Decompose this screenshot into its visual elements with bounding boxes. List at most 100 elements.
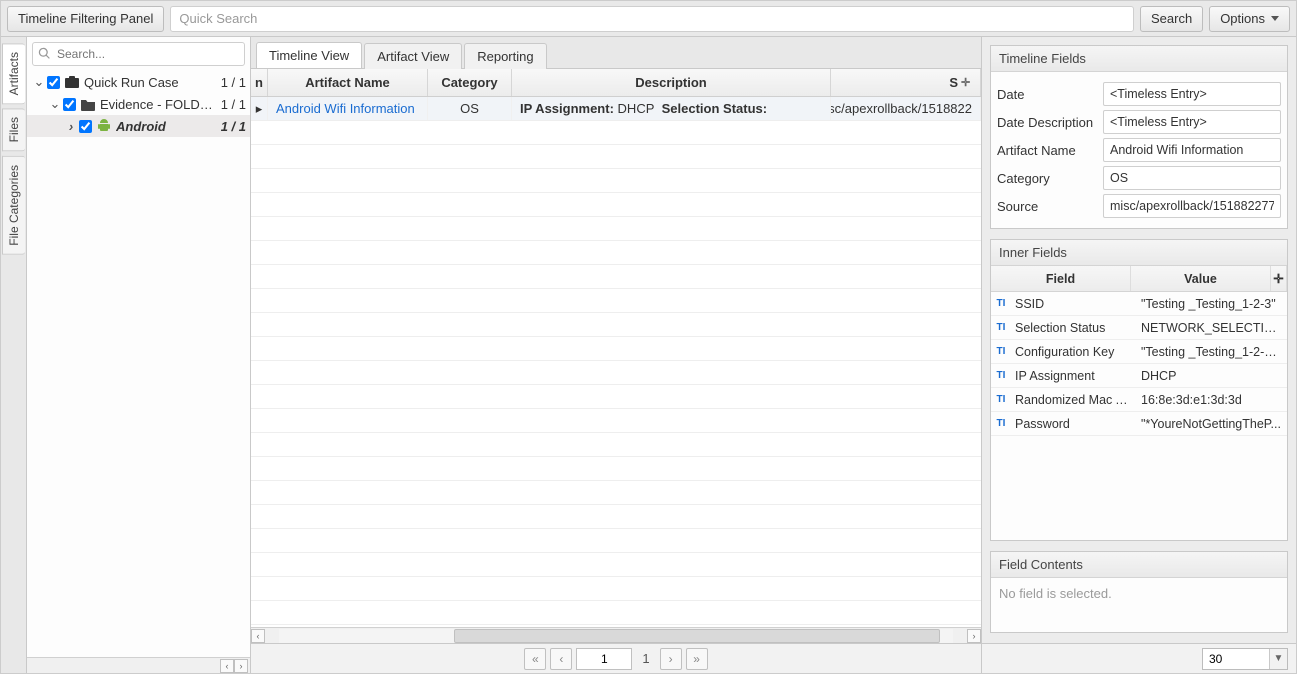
field-value-source[interactable] <box>1103 194 1281 218</box>
inner-fields-body[interactable]: TISSID"Testing _Testing_1-2-3"TISelectio… <box>991 292 1287 436</box>
tree-row-case[interactable]: ⌄ Quick Run Case 1 / 1 <box>27 71 250 93</box>
page-last-button[interactable]: » <box>686 648 708 670</box>
chevron-down-icon[interactable]: ▼ <box>1269 649 1287 669</box>
inner-field-value: "Testing _Testing_1-2-3"... <box>1137 345 1287 359</box>
cell-category: OS <box>428 97 512 120</box>
empty-row <box>251 433 981 457</box>
col-n[interactable]: n <box>251 69 268 96</box>
quick-search-input[interactable] <box>170 6 1134 32</box>
text-type-icon: TI <box>991 298 1011 309</box>
android-icon <box>96 118 112 134</box>
center-column: Timeline View Artifact View Reporting n … <box>251 37 982 673</box>
inner-col-value[interactable]: Value <box>1131 266 1271 291</box>
tree-count: 1 / 1 <box>215 75 246 90</box>
side-tab-artifacts[interactable]: Artifacts <box>2 43 25 104</box>
text-type-icon: TI <box>991 346 1011 357</box>
empty-row <box>251 577 981 601</box>
paginator: « ‹ 1 › » <box>251 643 981 673</box>
field-label-artifact: Artifact Name <box>997 143 1097 158</box>
grid-horizontal-scrollbar[interactable]: ‹ › <box>251 627 981 643</box>
tree-label: Android <box>116 119 215 134</box>
expander-icon[interactable]: › <box>65 119 77 134</box>
field-contents-empty: No field is selected. <box>991 578 1287 632</box>
grid-body[interactable]: ▸ Android Wifi Information OS IP Assignm… <box>251 97 981 627</box>
field-label-category: Category <box>997 171 1097 186</box>
search-button[interactable]: Search <box>1140 6 1203 32</box>
inner-field-name: Configuration Key <box>1011 345 1137 359</box>
field-value-category[interactable] <box>1103 166 1281 190</box>
side-tab-file-categories[interactable]: File Categories <box>2 156 25 255</box>
inner-col-field[interactable]: Field <box>991 266 1131 291</box>
inner-field-row[interactable]: TISelection StatusNETWORK_SELECTION_E... <box>991 316 1287 340</box>
scroll-left-button[interactable]: ‹ <box>220 659 234 673</box>
tree-checkbox[interactable] <box>79 120 92 133</box>
add-column-icon[interactable]: ✛ <box>1271 266 1287 291</box>
app-root: Timeline Filtering Panel Search Options … <box>0 0 1297 674</box>
tab-timeline-view[interactable]: Timeline View <box>256 42 362 68</box>
field-contents-panel: Field Contents No field is selected. <box>990 551 1288 633</box>
col-description[interactable]: Description <box>512 69 831 96</box>
text-type-icon: TI <box>991 418 1011 429</box>
inner-field-name: SSID <box>1011 297 1137 311</box>
tree-checkbox[interactable] <box>63 98 76 111</box>
tree-label: Quick Run Case <box>84 75 215 90</box>
tree-panel: ⌄ Quick Run Case 1 / 1 ⌄ Evidence - FOLD… <box>27 37 251 673</box>
inner-field-name: Password <box>1011 417 1137 431</box>
detail-footer: ▼ <box>982 643 1296 673</box>
field-value-datedesc[interactable] <box>1103 110 1281 134</box>
tree-row-evidence[interactable]: ⌄ Evidence - FOLDER 1 / 1 <box>27 93 250 115</box>
field-value-date[interactable] <box>1103 82 1281 106</box>
tree-search-input[interactable] <box>32 42 245 66</box>
inner-field-row[interactable]: TISSID"Testing _Testing_1-2-3" <box>991 292 1287 316</box>
empty-row <box>251 241 981 265</box>
top-toolbar: Timeline Filtering Panel Search Options <box>1 1 1296 37</box>
sort-asc-icon: ✛ <box>958 76 972 89</box>
side-tab-files[interactable]: Files <box>2 108 25 151</box>
field-label-datedesc: Date Description <box>997 115 1097 130</box>
rows-per-page-input[interactable] <box>1203 649 1269 669</box>
main-row: Artifacts Files File Categories ⌄ Qu <box>1 37 1296 673</box>
timeline-filtering-panel-button[interactable]: Timeline Filtering Panel <box>7 6 164 32</box>
inner-field-value: "Testing _Testing_1-2-3" <box>1137 297 1287 311</box>
tree-row-android[interactable]: › Android 1 / 1 <box>27 115 250 137</box>
page-first-button[interactable]: « <box>524 648 546 670</box>
empty-row <box>251 121 981 145</box>
page-input[interactable] <box>576 648 632 670</box>
expander-icon[interactable]: ⌄ <box>49 96 61 112</box>
inner-field-row[interactable]: TIIP AssignmentDHCP <box>991 364 1287 388</box>
tab-reporting[interactable]: Reporting <box>464 43 546 69</box>
center-tabstrip: Timeline View Artifact View Reporting <box>251 37 981 69</box>
scroll-right-button[interactable]: › <box>234 659 248 673</box>
scroll-right-icon[interactable]: › <box>967 629 981 643</box>
scroll-left-icon[interactable]: ‹ <box>251 629 265 643</box>
page-prev-button[interactable]: ‹ <box>550 648 572 670</box>
expander-icon[interactable]: ⌄ <box>33 74 45 90</box>
tree-checkbox[interactable] <box>47 76 60 89</box>
cell-source: misc/apexrollback/1518822 <box>831 97 981 120</box>
inner-field-row[interactable]: TIConfiguration Key"Testing _Testing_1-2… <box>991 340 1287 364</box>
folder-icon <box>80 96 96 112</box>
col-source[interactable]: S ✛ <box>831 69 981 96</box>
page-total: 1 <box>636 651 655 666</box>
inner-field-name: Selection Status <box>1011 321 1137 335</box>
table-row[interactable]: ▸ Android Wifi Information OS IP Assignm… <box>251 97 981 121</box>
page-next-button[interactable]: › <box>660 648 682 670</box>
row-marker: ▸ <box>251 97 268 120</box>
tree-label: Evidence - FOLDER <box>100 97 215 112</box>
empty-row <box>251 361 981 385</box>
detail-column: Timeline Fields Date Date Description Ar… <box>982 37 1296 673</box>
inner-field-name: Randomized Mac Ad... <box>1011 393 1137 407</box>
inner-field-row[interactable]: TIRandomized Mac Ad...16:8e:3d:e1:3d:3d <box>991 388 1287 412</box>
artifact-name-link[interactable]: Android Wifi Information <box>276 101 415 116</box>
options-button[interactable]: Options <box>1209 6 1290 32</box>
col-artifact-name[interactable]: Artifact Name <box>268 69 428 96</box>
tab-artifact-view[interactable]: Artifact View <box>364 43 462 69</box>
col-category[interactable]: Category <box>428 69 512 96</box>
inner-field-row[interactable]: TIPassword"*YoureNotGettingTheP... <box>991 412 1287 436</box>
field-value-artifact[interactable] <box>1103 138 1281 162</box>
inner-field-value: DHCP <box>1137 369 1287 383</box>
evidence-tree[interactable]: ⌄ Quick Run Case 1 / 1 ⌄ Evidence - FOLD… <box>27 71 250 657</box>
rows-per-page-combo[interactable]: ▼ <box>1202 648 1288 670</box>
cell-description: IP Assignment: DHCP Selection Status: <box>512 97 831 120</box>
briefcase-icon <box>64 74 80 90</box>
